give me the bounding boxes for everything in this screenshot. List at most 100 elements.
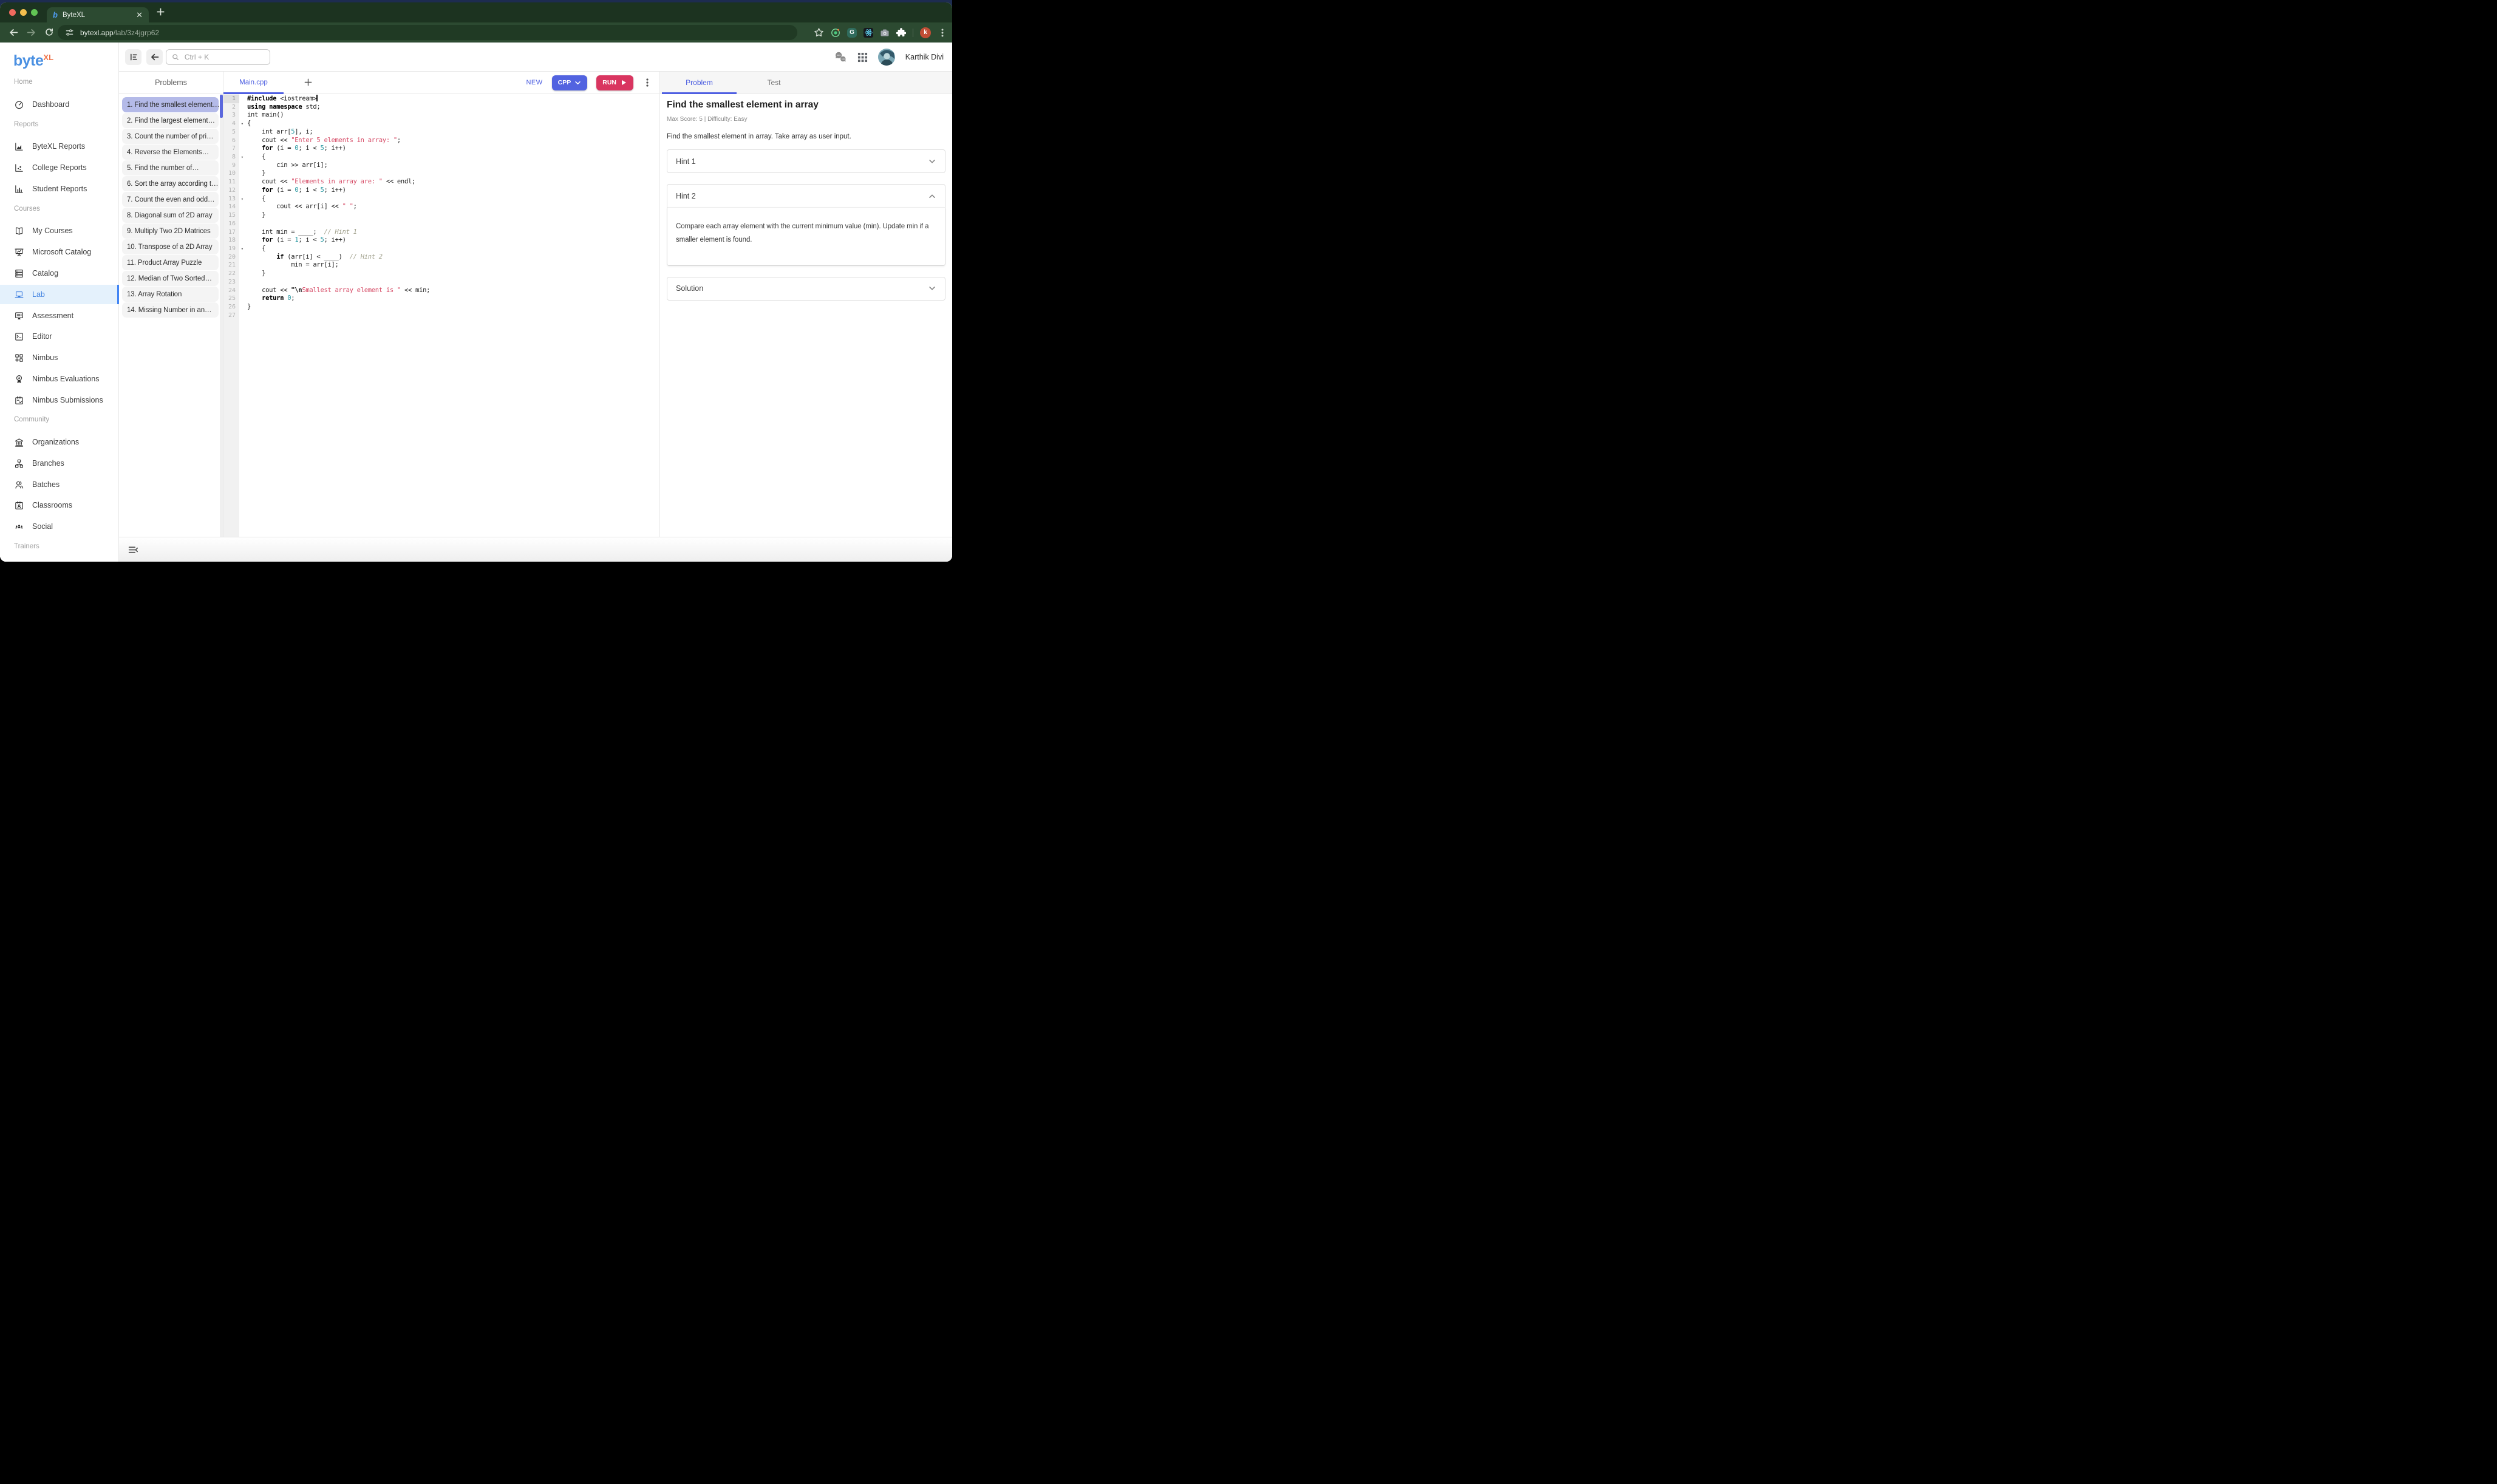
- sidebar-item-student-reports[interactable]: Student Reports: [0, 179, 119, 199]
- sidebar-item-dashboard[interactable]: Dashboard: [0, 95, 119, 114]
- sidebar-item-organizations[interactable]: Organizations: [0, 432, 119, 452]
- line-number: 17: [223, 228, 239, 237]
- sidebar-item-editor[interactable]: Editor: [0, 327, 119, 346]
- code-line-20: if (arr[i] < ____) // Hint 2: [239, 253, 659, 262]
- code-editor[interactable]: 1234▾5678▾910111213▾141516171819▾2021222…: [223, 94, 659, 538]
- browser-profile-avatar[interactable]: k: [920, 27, 931, 38]
- problem-item-7[interactable]: 7. Count the even and odd…: [122, 192, 219, 207]
- sidebar-item-microsoft-catalog[interactable]: Microsoft Catalog: [0, 242, 119, 262]
- problem-item-5[interactable]: 5. Find the number of…: [122, 160, 219, 175]
- bar-chart-icon: [14, 184, 24, 194]
- problem-item-13[interactable]: 13. Array Rotation: [122, 287, 219, 302]
- code-token: int arr[: [247, 128, 291, 135]
- tab-test[interactable]: Test: [737, 72, 811, 94]
- sidebar-item-label: Microsoft Catalog: [32, 248, 91, 256]
- run-button[interactable]: RUN: [596, 75, 633, 90]
- run-label: RUN: [602, 79, 616, 86]
- new-button[interactable]: NEW: [526, 79, 542, 86]
- extensions-puzzle-icon[interactable]: [896, 28, 906, 38]
- accordion-header-solution[interactable]: Solution: [667, 277, 945, 300]
- file-tab-main-cpp[interactable]: Main.cpp: [223, 72, 284, 94]
- sidebar-item-assessment[interactable]: Assessment: [0, 306, 119, 325]
- browser-menu-kebab-icon[interactable]: [938, 28, 947, 38]
- screenshot-extension-icon[interactable]: [880, 28, 890, 38]
- sidebar-item-branches[interactable]: Branches: [0, 454, 119, 473]
- problem-item-14[interactable]: 14. Missing Number in an…: [122, 302, 219, 318]
- sidebar-item-label: Social: [32, 522, 53, 531]
- sidebar-item-batches[interactable]: Batches: [0, 475, 119, 494]
- url-path: /lab/3z4jgrp62: [114, 29, 159, 37]
- tab-problem[interactable]: Problem: [662, 72, 737, 94]
- browser-toolbar: bytexl.app/lab/3z4jgrp62 G k: [0, 22, 952, 43]
- forward-nav-icon[interactable]: [26, 27, 36, 38]
- react-devtools-extension-icon[interactable]: [864, 28, 873, 38]
- back-nav-icon[interactable]: [9, 27, 19, 38]
- sidebar-item-catalog[interactable]: Catalog: [0, 264, 119, 283]
- sidebar-item-label: Student Reports: [32, 185, 87, 193]
- close-window-button[interactable]: [9, 9, 16, 16]
- chat-icon[interactable]: [834, 50, 847, 64]
- problem-title: Find the smallest element in array: [667, 100, 945, 111]
- toggle-panel-button[interactable]: [125, 49, 141, 65]
- sidebar-item-label: Editor: [32, 332, 52, 341]
- sidebar-item-nimbus-evaluations[interactable]: Nimbus Evaluations: [0, 369, 119, 389]
- code-token: ; i <: [298, 186, 320, 194]
- hints-section: Hint 1Hint 2Compare each array element w…: [667, 149, 945, 301]
- problem-item-6[interactable]: 6. Sort the array according t…: [122, 176, 219, 191]
- url-host: bytexl.app: [80, 29, 114, 37]
- maximize-window-button[interactable]: [31, 9, 38, 16]
- add-file-icon[interactable]: [304, 78, 313, 87]
- problem-item-12[interactable]: 12. Median of Two Sorted…: [122, 271, 219, 286]
- sidebar-item-bytexl-reports[interactable]: ByteXL Reports: [0, 137, 119, 156]
- problem-item-4[interactable]: 4. Reverse the Elements…: [122, 145, 219, 160]
- back-button[interactable]: [146, 49, 163, 65]
- search-input[interactable]: [183, 52, 264, 62]
- code-line-12: for (i = 0; i < 5; i++): [239, 186, 659, 195]
- url-bar[interactable]: bytexl.app/lab/3z4jgrp62: [58, 25, 797, 40]
- collapse-panel-icon[interactable]: [128, 545, 138, 555]
- line-number: 20: [223, 253, 239, 262]
- orbit-extension-icon[interactable]: [831, 28, 840, 38]
- bookmark-star-icon[interactable]: [814, 27, 824, 38]
- sidebar-item-classrooms[interactable]: Classrooms: [0, 495, 119, 515]
- grammarly-extension-icon[interactable]: G: [847, 28, 857, 38]
- minimize-window-button[interactable]: [20, 9, 27, 16]
- sidebar-item-lab[interactable]: Lab: [0, 285, 119, 304]
- problems-scrollbar-thumb[interactable]: [220, 95, 223, 118]
- problem-item-11[interactable]: 11. Product Array Puzzle: [122, 255, 219, 270]
- user-name[interactable]: Karthik Divi: [905, 53, 944, 61]
- problem-item-1[interactable]: 1. Find the smallest element…: [122, 97, 219, 112]
- sidebar-item-social[interactable]: Social: [0, 517, 119, 536]
- code-line-14: cout << arr[i] << " ";: [239, 203, 659, 211]
- language-select-button[interactable]: CPP: [552, 75, 588, 90]
- search-box[interactable]: [166, 49, 270, 65]
- apps-grid-icon[interactable]: [857, 52, 868, 63]
- browser-tab[interactable]: b ByteXL ✕: [47, 7, 149, 22]
- sidebar-item-nimbus-submissions[interactable]: Nimbus Submissions: [0, 390, 119, 410]
- bytexl-app: byteXL HomeDashboardReportsByteXL Report…: [0, 43, 952, 562]
- tab-close-icon[interactable]: ✕: [136, 11, 143, 19]
- problems-scrollbar-track[interactable]: [220, 94, 223, 538]
- problem-item-3[interactable]: 3. Count the number of pri…: [122, 129, 219, 144]
- problem-item-10[interactable]: 10. Transpose of a 2D Array: [122, 239, 219, 254]
- accordion-header-hint-1[interactable]: Hint 1: [667, 150, 945, 172]
- sidebar-item-my-courses[interactable]: My Courses: [0, 221, 119, 240]
- code-token: int min = ____;: [247, 228, 324, 236]
- sidebar-item-college-reports[interactable]: College Reports: [0, 158, 119, 177]
- editor-menu-kebab-icon[interactable]: [642, 78, 652, 87]
- bytexl-logo[interactable]: byteXL: [13, 52, 53, 70]
- code-line-17: int min = ____; // Hint 1: [239, 228, 659, 237]
- header-right: Karthik Divi: [834, 43, 944, 72]
- reload-icon[interactable]: [44, 27, 54, 37]
- problem-item-2[interactable]: 2. Find the largest element…: [122, 113, 219, 128]
- problem-item-8[interactable]: 8. Diagonal sum of 2D array: [122, 208, 219, 223]
- stack-icon: [14, 268, 24, 279]
- site-settings-icon[interactable]: [65, 28, 74, 37]
- problem-item-9[interactable]: 9. Multiply Two 2D Matrices: [122, 223, 219, 239]
- code-token: [247, 186, 262, 194]
- user-avatar[interactable]: [878, 49, 895, 66]
- accordion-header-hint-2[interactable]: Hint 2: [667, 185, 945, 207]
- new-tab-icon[interactable]: [155, 7, 166, 17]
- sidebar-item-nimbus[interactable]: Nimbus: [0, 348, 119, 367]
- code-token: }: [247, 270, 265, 277]
